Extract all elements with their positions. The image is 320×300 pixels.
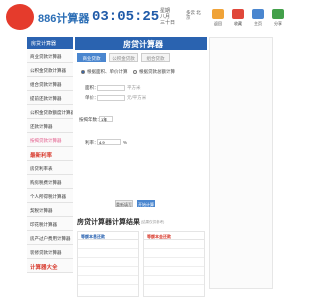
sidebar: 房贷计算器 商业贷款计算器 公积金贷款计算器 组合贷款计算器 提前还款计算器 公积金贷款… (27, 37, 73, 300)
apple-logo-icon[interactable] (6, 4, 34, 30)
equal-principal-heading: 等额本金还款 (144, 232, 204, 240)
rate-input[interactable]: 4.9 (97, 139, 121, 145)
sidebar-item[interactable]: 房贷利率表 (27, 161, 73, 175)
main-panel: 房贷计算器 商业贷款 公积金贷款 组合贷款 根据面积、单价计算 根据贷款总额计算… (75, 37, 207, 300)
share-icon[interactable] (272, 9, 284, 19)
result-row (144, 258, 204, 267)
price-input[interactable] (97, 95, 125, 101)
sidebar-item[interactable]: 按揭贷款计算器 (27, 133, 73, 147)
sidebar-title: 房贷计算器 (27, 37, 73, 49)
result-row (78, 240, 138, 249)
result-title: 房贷计算器计算结果 (77, 219, 140, 226)
date: 星期 八月 三十日 (160, 8, 176, 26)
sidebar-item[interactable]: 契税计算器 (27, 203, 73, 217)
area-input[interactable] (97, 85, 125, 91)
area-unit: 平方米 (127, 85, 141, 90)
result-row (144, 249, 204, 258)
years-select[interactable]: 1年 (99, 116, 113, 122)
page-title: 房贷计算器 (123, 40, 163, 49)
tab-commercial[interactable]: 商业贷款 (77, 53, 106, 62)
method-total-option[interactable]: 根据贷款总额计算 (133, 69, 175, 75)
sidebar-item[interactable]: 装修贷款计算器 (27, 245, 73, 259)
site-name[interactable]: 886计算器 (38, 10, 89, 26)
banner: 房贷计算器 (75, 37, 207, 50)
back-icon[interactable] (212, 9, 224, 19)
clock: 03:05:25 (92, 9, 160, 25)
radio-icon[interactable] (133, 69, 137, 74)
result-equal-principal: 等额本金还款 (143, 231, 205, 297)
rate-unit: % (123, 140, 128, 145)
sidebar-item[interactable]: 计算器大全 (27, 259, 73, 273)
sidebar-item[interactable]: 印花税计算器 (27, 217, 73, 231)
result-row (78, 276, 138, 285)
home-icon[interactable] (252, 9, 264, 19)
result-row (78, 267, 138, 276)
price-unit: 元/平方米 (127, 95, 147, 100)
sidebar-item[interactable]: 组合贷款计算器 (27, 77, 73, 91)
equal-installment-heading: 等额本息还款 (78, 232, 138, 240)
radio-selected-icon[interactable] (81, 69, 85, 74)
sidebar-item[interactable]: 房产过户费用计算器 (27, 231, 73, 245)
sidebar-list: 商业贷款计算器 公积金贷款计算器 组合贷款计算器 提前还款计算器 公积金贷款额度计算器还… (27, 49, 73, 273)
shortcut-label-share: 分享 (274, 21, 282, 26)
sidebar-item[interactable]: 最新利率 (27, 147, 73, 161)
result-row (78, 258, 138, 267)
weather: 多云 北京 (186, 10, 201, 20)
sidebar-item[interactable]: 提前还款计算器 (27, 91, 73, 105)
sidebar-item[interactable]: 还款计算器 (27, 119, 73, 133)
sidebar-item[interactable]: 公积金贷款额度计算器 (27, 105, 73, 119)
result-row (144, 276, 204, 285)
result-note: (结果仅供参考) (141, 220, 165, 224)
tab-combined[interactable]: 组合贷款 (141, 53, 170, 62)
sidebar-item[interactable]: 个人所得税计算器 (27, 189, 73, 203)
result-row (78, 249, 138, 258)
result-equal-installment: 等额本息还款 (77, 231, 139, 297)
favorite-icon[interactable] (232, 9, 244, 19)
method-area-option[interactable]: 根据面积、单价计算 (81, 69, 128, 75)
right-panel (209, 37, 273, 289)
tab-provident[interactable]: 公积金贷款 (109, 53, 138, 62)
sidebar-item[interactable]: 购房税费计算器 (27, 175, 73, 189)
tab-bar: 商业贷款 公积金贷款 组合贷款 (75, 53, 207, 64)
method-area-label: 根据面积、单价计算 (87, 69, 128, 74)
result-row (144, 267, 204, 276)
result-row (144, 240, 204, 249)
sidebar-item[interactable]: 商业贷款计算器 (27, 49, 73, 63)
page: 886计算器 03:05:25 星期 八月 三十日 多云 北京 返回 收藏 主页… (0, 0, 300, 300)
header: 886计算器 03:05:25 星期 八月 三十日 多云 北京 返回 收藏 主页… (0, 0, 300, 34)
method-total-label: 根据贷款总额计算 (139, 69, 175, 74)
sidebar-item[interactable]: 公积金贷款计算器 (27, 63, 73, 77)
calculate-button[interactable]: 开始计算 (137, 200, 155, 207)
reset-button[interactable]: 重新填写 (115, 200, 133, 207)
